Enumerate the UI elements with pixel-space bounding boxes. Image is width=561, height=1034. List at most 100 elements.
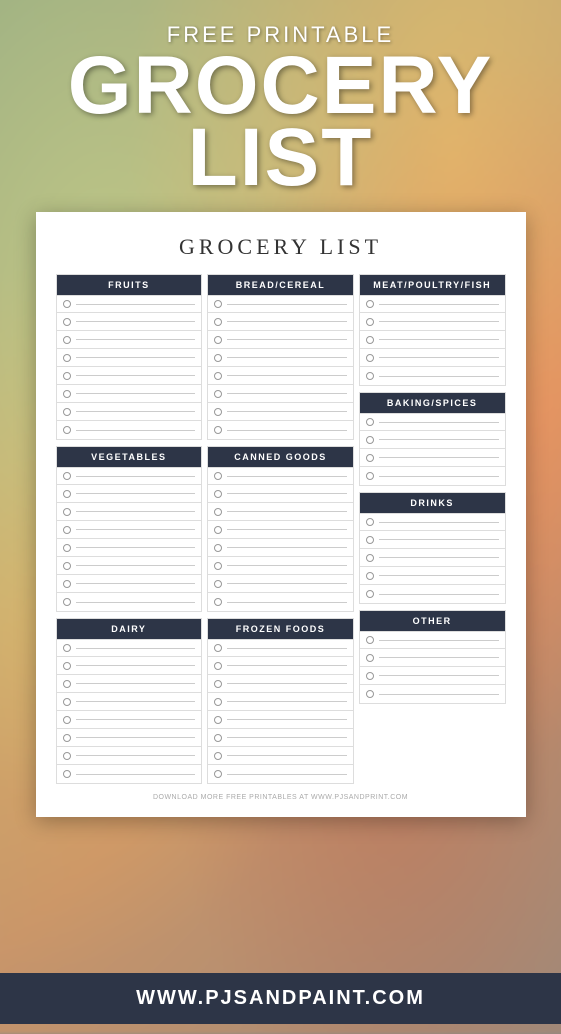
list-item bbox=[57, 349, 202, 367]
checkbox-icon bbox=[366, 654, 374, 662]
list-item bbox=[57, 403, 202, 421]
dairy-rows bbox=[57, 639, 202, 783]
line bbox=[379, 304, 499, 305]
bread-section: BREAD/CEREAL bbox=[207, 274, 354, 440]
list-item bbox=[208, 313, 353, 331]
meat-rows bbox=[360, 295, 505, 385]
checkbox-icon bbox=[63, 752, 71, 760]
bread-header: BREAD/CEREAL bbox=[208, 275, 353, 295]
line bbox=[227, 476, 347, 477]
line bbox=[76, 511, 196, 512]
line bbox=[227, 321, 347, 322]
dairy-header: DAIRY bbox=[57, 619, 202, 639]
checkbox-icon bbox=[214, 698, 222, 706]
list-item bbox=[57, 485, 202, 503]
list-item bbox=[57, 693, 202, 711]
line bbox=[227, 602, 347, 603]
checkbox-icon bbox=[63, 372, 71, 380]
list-item bbox=[57, 639, 202, 657]
list-item bbox=[57, 657, 202, 675]
list-item bbox=[57, 557, 202, 575]
checkbox-icon bbox=[366, 454, 374, 462]
list-item bbox=[208, 295, 353, 313]
line bbox=[379, 321, 499, 322]
line bbox=[227, 719, 347, 720]
list-item bbox=[360, 413, 505, 431]
checkbox-icon bbox=[63, 562, 71, 570]
list-item bbox=[208, 693, 353, 711]
checkbox-icon bbox=[366, 318, 374, 326]
line bbox=[76, 683, 196, 684]
checkbox-icon bbox=[366, 418, 374, 426]
list-item bbox=[360, 549, 505, 567]
drinks-header: DRINKS bbox=[360, 493, 505, 513]
line bbox=[227, 701, 347, 702]
line bbox=[76, 547, 196, 548]
list-item bbox=[57, 313, 202, 331]
list-item bbox=[57, 331, 202, 349]
checkbox-icon bbox=[63, 580, 71, 588]
checkbox-icon bbox=[63, 300, 71, 308]
grocery-grid: FRUITS VEGETABLES bbox=[56, 274, 506, 784]
fruits-rows bbox=[57, 295, 202, 439]
line bbox=[227, 648, 347, 649]
header-title: GROCERY LIST bbox=[10, 50, 551, 194]
checkbox-icon bbox=[214, 734, 222, 742]
fruits-section: FRUITS bbox=[56, 274, 203, 440]
line bbox=[379, 657, 499, 658]
list-item bbox=[208, 467, 353, 485]
line bbox=[227, 565, 347, 566]
list-item bbox=[57, 421, 202, 439]
list-item bbox=[208, 747, 353, 765]
line bbox=[76, 339, 196, 340]
line bbox=[76, 411, 196, 412]
baking-rows bbox=[360, 413, 505, 485]
checkbox-icon bbox=[63, 644, 71, 652]
checkbox-icon bbox=[366, 590, 374, 598]
checkbox-icon bbox=[63, 508, 71, 516]
checkbox-icon bbox=[63, 490, 71, 498]
line bbox=[227, 511, 347, 512]
baking-section: BAKING/SPICES bbox=[359, 392, 506, 486]
list-item bbox=[208, 593, 353, 611]
list-item bbox=[360, 567, 505, 585]
checkbox-icon bbox=[214, 680, 222, 688]
line bbox=[379, 575, 499, 576]
col-1: FRUITS VEGETABLES bbox=[56, 274, 203, 784]
checkbox-icon bbox=[214, 508, 222, 516]
vegetables-header: VEGETABLES bbox=[57, 447, 202, 467]
list-item bbox=[360, 685, 505, 703]
list-item bbox=[208, 385, 353, 403]
line bbox=[76, 774, 196, 775]
line bbox=[76, 648, 196, 649]
checkbox-icon bbox=[63, 734, 71, 742]
list-item bbox=[360, 449, 505, 467]
meat-section: MEAT/POULTRY/FISH bbox=[359, 274, 506, 386]
list-item bbox=[208, 421, 353, 439]
line bbox=[76, 602, 196, 603]
checkbox-icon bbox=[214, 770, 222, 778]
checkbox-icon bbox=[214, 716, 222, 724]
checkbox-icon bbox=[63, 408, 71, 416]
checkbox-icon bbox=[63, 426, 71, 434]
line bbox=[379, 422, 499, 423]
checkbox-icon bbox=[366, 636, 374, 644]
line bbox=[76, 321, 196, 322]
card-title: GROCERY LIST bbox=[56, 234, 506, 260]
list-item bbox=[208, 367, 353, 385]
line bbox=[227, 529, 347, 530]
checkbox-icon bbox=[214, 390, 222, 398]
line bbox=[76, 476, 196, 477]
list-item bbox=[57, 675, 202, 693]
line bbox=[379, 339, 499, 340]
line bbox=[227, 583, 347, 584]
other-section: OTHER bbox=[359, 610, 506, 704]
line bbox=[76, 565, 196, 566]
checkbox-icon bbox=[214, 354, 222, 362]
checkbox-icon bbox=[63, 544, 71, 552]
line bbox=[76, 430, 196, 431]
list-item bbox=[208, 575, 353, 593]
frozen-foods-section: FROZEN FOODS bbox=[207, 618, 354, 784]
list-item bbox=[360, 295, 505, 313]
line bbox=[227, 493, 347, 494]
